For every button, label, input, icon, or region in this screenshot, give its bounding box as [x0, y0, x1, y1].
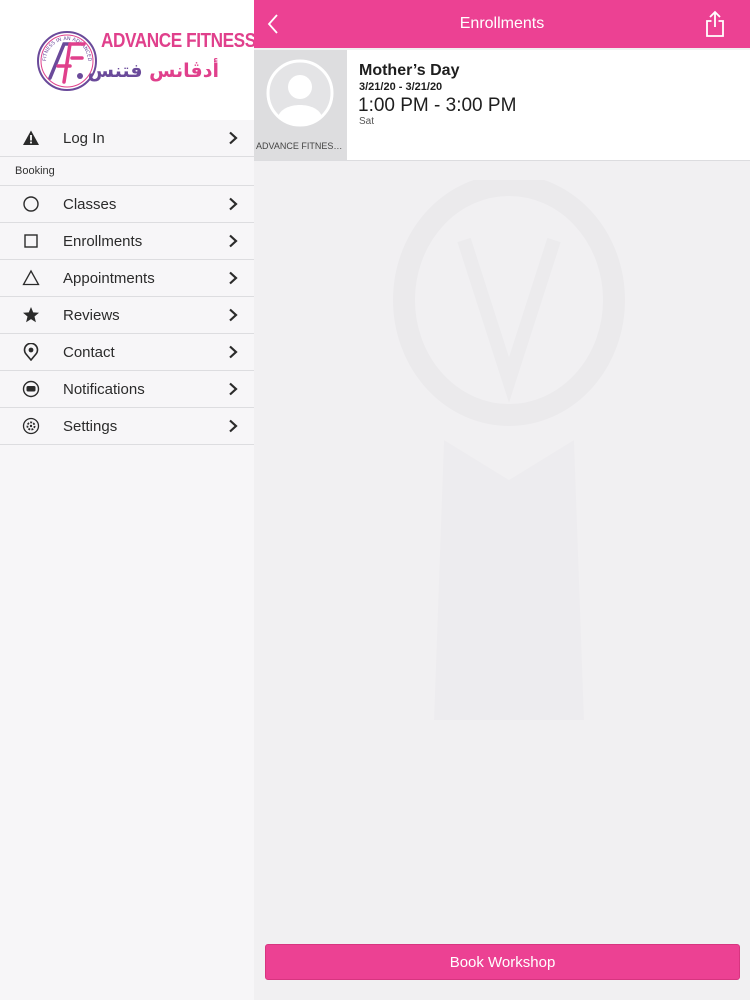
avatar-placeholder-icon	[266, 59, 334, 127]
chevron-right-icon	[229, 308, 238, 322]
star-icon	[23, 307, 39, 323]
sidebar-item-enrollments[interactable]: Enrollments	[0, 223, 254, 260]
sidebar-item-classes[interactable]: Classes	[0, 186, 254, 223]
brand-name-ar-part1: أدڤانس	[149, 60, 219, 82]
sidebar-item-contact[interactable]: Contact	[0, 334, 254, 371]
sidebar: FITNESS IN AN ADVANCED WAY ADVANCE FITNE…	[0, 0, 256, 1000]
sidebar-item-notifications[interactable]: Notifications	[0, 371, 254, 408]
triangle-icon	[22, 269, 40, 286]
circle-icon	[23, 196, 39, 212]
chevron-right-icon	[229, 271, 238, 285]
sidebar-item-label: Notifications	[63, 381, 145, 398]
chevron-right-icon	[229, 234, 238, 248]
brand-name-ar: أدڤانس فتنس	[88, 60, 219, 82]
section-header-booking: Booking	[0, 156, 254, 186]
event-title: Mother’s Day	[359, 62, 460, 79]
location-pin-icon	[23, 343, 39, 361]
sidebar-item-label: Reviews	[63, 307, 120, 324]
brand-name-en: ADVANCE FITNESS	[101, 30, 256, 52]
sidebar-item-reviews[interactable]: Reviews	[0, 297, 254, 334]
chevron-right-icon	[229, 382, 238, 396]
brand-name-ar-part2: فتنس	[87, 60, 143, 82]
background-watermark-image	[393, 180, 625, 720]
enrollment-card[interactable]: ADVANCE FITNESS... Mother’s Day 3/21/20 …	[254, 50, 750, 161]
share-icon[interactable]	[704, 10, 726, 38]
event-time: 1:00 PM - 3:00 PM	[358, 95, 517, 116]
sidebar-item-label: Log In	[63, 130, 105, 147]
chevron-right-icon	[229, 131, 238, 145]
sidebar-item-label: Appointments	[63, 270, 155, 287]
chat-bubble-icon	[22, 380, 40, 398]
main-content: Enrollments ADVANCE FITNESS... Mother’s …	[254, 0, 750, 1000]
sidebar-item-label: Classes	[63, 196, 117, 213]
event-day: Sat	[359, 116, 375, 127]
sidebar-item-label: Contact	[63, 344, 115, 361]
sidebar-item-settings[interactable]: Settings	[0, 408, 254, 445]
sidebar-item-label: Enrollments	[63, 233, 143, 250]
gear-icon	[22, 417, 40, 435]
sidebar-item-appointments[interactable]: Appointments	[0, 260, 254, 297]
section-header-label: Booking	[15, 165, 55, 177]
chevron-right-icon	[229, 197, 238, 211]
studio-name: ADVANCE FITNESS...	[256, 141, 346, 151]
chevron-right-icon	[229, 419, 238, 433]
warning-icon	[23, 130, 39, 145]
sidebar-item-label: Settings	[63, 418, 118, 435]
chevron-right-icon	[229, 345, 238, 359]
page-title: Enrollments	[459, 15, 545, 32]
square-icon	[24, 234, 38, 248]
studio-thumbnail: ADVANCE FITNESS...	[254, 50, 347, 160]
event-dates: 3/21/20 - 3/21/20	[359, 81, 443, 93]
sidebar-item-login[interactable]: Log In	[0, 120, 254, 157]
book-workshop-button[interactable]: Book Workshop	[265, 944, 740, 980]
brand-logo: FITNESS IN AN ADVANCED WAY ADVANCE FITNE…	[0, 0, 256, 120]
top-navigation-bar: Enrollments	[254, 0, 750, 48]
